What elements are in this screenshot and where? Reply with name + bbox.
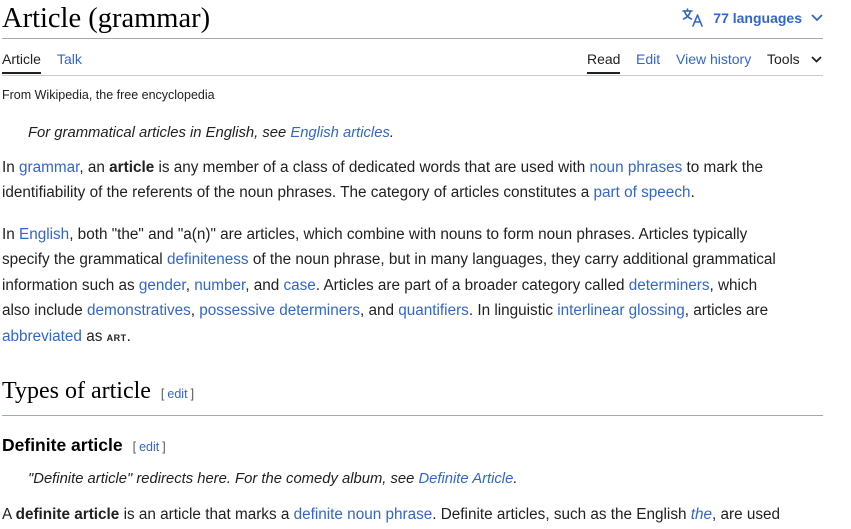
edit-section-link[interactable]: edit [167,387,187,401]
page-title: Article (grammar) [2,3,211,34]
intro-paragraph: In grammar, an article is any member of … [2,155,832,206]
the-link[interactable]: the [691,506,712,523]
translate-icon [682,8,704,27]
hatnote-text: "Definite article" redirects here. For t… [28,471,419,487]
hatnote: "Definite article" redirects here. For t… [28,471,517,487]
tab-read[interactable]: Read [587,51,621,74]
noun-phrases-link[interactable]: noun phrases [590,159,683,176]
hatnote: For grammatical articles in English, see… [28,125,394,141]
text: as [81,327,107,345]
bracket: ] [190,387,195,401]
bold-term: article [109,159,155,176]
bracket: ] [162,440,166,454]
text: . Articles are part of a broader categor… [315,276,629,294]
languages-button[interactable]: 77 languages [682,8,823,28]
text: identifiability of the referents of the … [2,184,594,202]
case-link[interactable]: case [284,277,316,294]
site-tagline: From Wikipedia, the free encyclopedia [2,88,215,102]
text: In [2,159,20,176]
text: to mark the [682,159,764,176]
english-link[interactable]: English [19,226,69,243]
text: . [690,184,695,202]
text: of the noun phrase, but in many language… [248,251,776,269]
text: also include [2,302,88,320]
text: is any member of a class of dedicated wo… [154,159,590,176]
text: , and [245,276,284,294]
chevron-down-icon [811,14,823,22]
english-articles-link[interactable]: English articles [290,125,390,141]
hatnote-end: . [513,471,518,487]
abbreviated-link[interactable]: abbreviated [2,328,82,345]
hatnote-end: . [389,125,394,141]
definite-noun-phrase-link[interactable]: definite noun phrase [294,506,433,523]
text: , [185,276,195,294]
tabs-divider [2,75,823,76]
text: , which [709,276,758,294]
text: , articles are [684,302,769,320]
text: , and [359,302,399,320]
tools-menu[interactable]: Tools [767,51,800,67]
page-tabs: Article Talk Read Edit View history Tool… [2,49,823,76]
tab-view-history[interactable]: View history [676,51,751,67]
demonstratives-link[interactable]: demonstratives [87,302,191,319]
heading-text: Types of article [2,378,151,404]
text: , both "the" and "a(n)" are articles, wh… [69,226,748,243]
text: is an article that marks a [119,506,294,523]
definiteness-link[interactable]: definiteness [167,251,249,268]
tab-talk[interactable]: Talk [57,51,82,67]
edit-section-link[interactable]: edit [139,440,159,454]
heading-text: Definite article [2,435,123,455]
quantifiers-link[interactable]: quantifiers [398,302,469,319]
text: A [2,506,16,523]
bracket: [ [160,387,165,401]
part-of-speech-link[interactable]: part of speech [594,184,691,201]
hatnote-text: For grammatical articles in English, see [28,125,291,141]
bold-term: definite article [15,506,120,523]
gender-link[interactable]: gender [139,277,186,294]
definite-paragraph: A definite article is an article that ma… [2,502,832,527]
title-divider [2,38,823,39]
section-heading-definite: Definite article [edit] [2,435,166,456]
number-link[interactable]: number [194,277,245,294]
text: . Definite articles, such as the English [432,506,691,523]
grammar-link[interactable]: grammar [19,159,79,176]
gloss-abbreviation: art [106,328,127,344]
languages-label: 77 languages [713,10,802,26]
interlinear-glossing-link[interactable]: interlinear glossing [557,302,685,319]
text: In [2,226,20,243]
text: , [190,302,200,320]
bracket: [ [132,440,137,454]
text: , are used [712,506,781,523]
tab-article[interactable]: Article [2,51,41,74]
section-edit: [edit] [161,387,194,401]
section-heading-types: Types of article [edit] [2,378,194,405]
chevron-down-icon[interactable] [811,56,822,63]
tab-edit[interactable]: Edit [636,51,660,67]
definite-article-album-link[interactable]: Definite Article [418,471,513,487]
text: . In linguistic [468,302,558,320]
determiners-link[interactable]: determiners [629,277,710,294]
section-edit: [edit] [133,440,166,454]
text: , an [79,159,110,176]
text: . [126,327,131,345]
text: information such as [2,276,139,294]
english-paragraph: In English, both "the" and "a(n)" are ar… [2,222,832,349]
section-divider [2,415,823,416]
text: specify the grammatical [2,251,167,269]
possessive-determiners-link[interactable]: possessive determiners [199,302,360,319]
